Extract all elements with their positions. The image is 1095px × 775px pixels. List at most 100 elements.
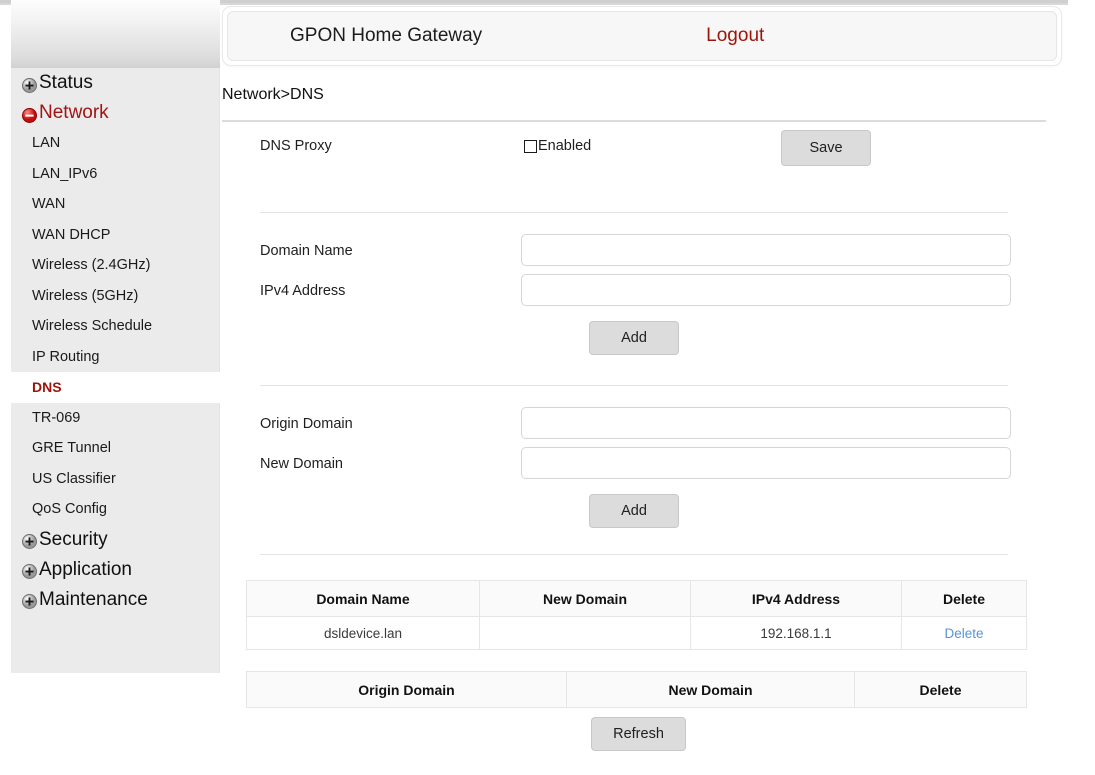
sidebar-item-wireless-24ghz[interactable]: Wireless (2.4GHz) [11,250,220,281]
main-content: GPON Home Gateway Logout Network>DNS DNS… [222,0,1095,775]
sidebar-item-wan[interactable]: WAN [11,189,220,220]
sidebar-item-dns[interactable]: DNS [11,372,220,403]
sidebar-item-label: IP Routing [32,349,99,365]
dns-proxy-enabled-checkbox-wrap[interactable]: Enabled [524,138,591,154]
sidebar-item-label: DNS [32,379,62,395]
sidebar-item-label: TR-069 [32,410,80,426]
sidebar-item-label: Wireless (5GHz) [32,288,138,304]
delete-link[interactable]: Delete [944,626,983,641]
sidebar-item-lan[interactable]: LAN [11,128,220,159]
cell-delete[interactable]: Delete [902,617,1027,650]
plus-circle-icon [22,533,37,548]
add-mapping-button[interactable]: Add [589,494,679,528]
logout-button[interactable]: Logout [706,25,764,47]
new-domain-input[interactable] [521,447,1011,479]
origin-domain-row: Origin Domain [222,405,1046,445]
th-new-domain: New Domain [567,672,855,708]
sidebar-item-label: Status [39,72,93,94]
sidebar-item-wan-dhcp[interactable]: WAN DHCP [11,220,220,251]
save-button[interactable]: Save [781,130,871,166]
sidebar-item-label: Application [39,559,132,581]
spacer-3 [222,312,1046,321]
minus-circle-icon [22,107,37,122]
origin-domain-input[interactable] [521,407,1011,439]
cell-new-domain [480,617,691,650]
th-domain-name: Domain Name [247,581,480,617]
sidebar-item-application[interactable]: Application [11,555,220,585]
sidebar-item-label: LAN_IPv6 [32,166,97,182]
sidebar-item-label: Wireless (2.4GHz) [32,257,150,273]
th-delete: Delete [855,672,1027,708]
page-title: GPON Home Gateway [290,25,482,47]
spacer-1 [222,182,1046,212]
dns-proxy-row: DNS Proxy Enabled Save [222,124,1046,182]
sidebar-item-maintenance[interactable]: Maintenance [11,585,220,615]
sidebar-item-ip-routing[interactable]: IP Routing [11,342,220,373]
sidebar-nav: Status Network LAN LAN_IPv6 WAN [11,68,220,615]
host-table: Domain Name New Domain IPv4 Address Dele… [246,580,1027,650]
sidebar-item-label: WAN DHCP [32,227,110,243]
content-top-divider [222,120,1046,122]
sidebar-item-label: GRE Tunnel [32,440,111,456]
sidebar-item-wireless-schedule[interactable]: Wireless Schedule [11,311,220,342]
sidebar-item-label: WAN [32,196,65,212]
plus-circle-icon [22,563,37,578]
sidebar-item-label: LAN [32,135,60,151]
dns-proxy-enabled-checkbox[interactable] [524,140,537,153]
sidebar-item-label: Network [39,102,109,124]
sidebar-item-label: Wireless Schedule [32,318,152,334]
table-header-row: Origin Domain New Domain Delete [247,672,1027,708]
spacer-6 [222,485,1046,494]
breadcrumb: Network>DNS [222,86,324,104]
th-ipv4-address: IPv4 Address [691,581,902,617]
spacer-4 [222,355,1046,385]
refresh-button[interactable]: Refresh [591,717,686,751]
spacer-8 [222,555,1046,580]
sidebar-item-security[interactable]: Security [11,525,220,555]
dns-form-panel: DNS Proxy Enabled Save Domain Name IPv4 … [222,124,1046,708]
th-origin-domain: Origin Domain [247,672,567,708]
ipv4-address-row: IPv4 Address [222,272,1046,312]
plus-circle-icon [22,593,37,608]
th-delete: Delete [902,581,1027,617]
dns-proxy-enabled-label: Enabled [538,138,591,154]
sidebar-item-qos-config[interactable]: QoS Config [11,494,220,525]
new-domain-row: New Domain [222,445,1046,485]
sidebar-item-lan-ipv6[interactable]: LAN_IPv6 [11,159,220,190]
plus-circle-icon [22,77,37,92]
spacer-9 [222,650,1046,671]
sidebar-item-label: Security [39,529,108,551]
dns-proxy-label: DNS Proxy [260,138,332,154]
domain-name-label: Domain Name [260,243,353,259]
spacer-7 [222,528,1046,554]
table-row: dsldevice.lan 192.168.1.1 Delete [247,617,1027,650]
header-bar: GPON Home Gateway Logout [227,11,1057,61]
cell-ipv4-address: 192.168.1.1 [691,617,902,650]
add-host-button[interactable]: Add [589,321,679,355]
sidebar-item-status[interactable]: Status [11,68,220,98]
sidebar-item-label: QoS Config [32,501,107,517]
sidebar-item-network[interactable]: Network [11,98,220,128]
table-header-row: Domain Name New Domain IPv4 Address Dele… [247,581,1027,617]
sidebar-item-wireless-5ghz[interactable]: Wireless (5GHz) [11,281,220,312]
sidebar: Status Network LAN LAN_IPv6 WAN [11,0,220,673]
ipv4-address-input[interactable] [521,274,1011,306]
cell-domain-name: dsldevice.lan [247,617,480,650]
sidebar-item-tr-069[interactable]: TR-069 [11,403,220,434]
header-panel: GPON Home Gateway Logout [222,6,1062,66]
ipv4-address-label: IPv4 Address [260,283,345,299]
sidebar-item-us-classifier[interactable]: US Classifier [11,464,220,495]
spacer-5 [222,386,1046,405]
mapping-table: Origin Domain New Domain Delete [246,671,1027,708]
domain-name-row: Domain Name [222,232,1046,272]
spacer-2 [222,213,1046,232]
sidebar-item-gre-tunnel[interactable]: GRE Tunnel [11,433,220,464]
sidebar-logo-area [11,0,220,68]
new-domain-label: New Domain [260,456,343,472]
page-root: Status Network LAN LAN_IPv6 WAN [0,0,1095,775]
sidebar-item-label: US Classifier [32,471,116,487]
sidebar-item-label: Maintenance [39,589,148,611]
domain-name-input[interactable] [521,234,1011,266]
th-new-domain: New Domain [480,581,691,617]
origin-domain-label: Origin Domain [260,416,353,432]
